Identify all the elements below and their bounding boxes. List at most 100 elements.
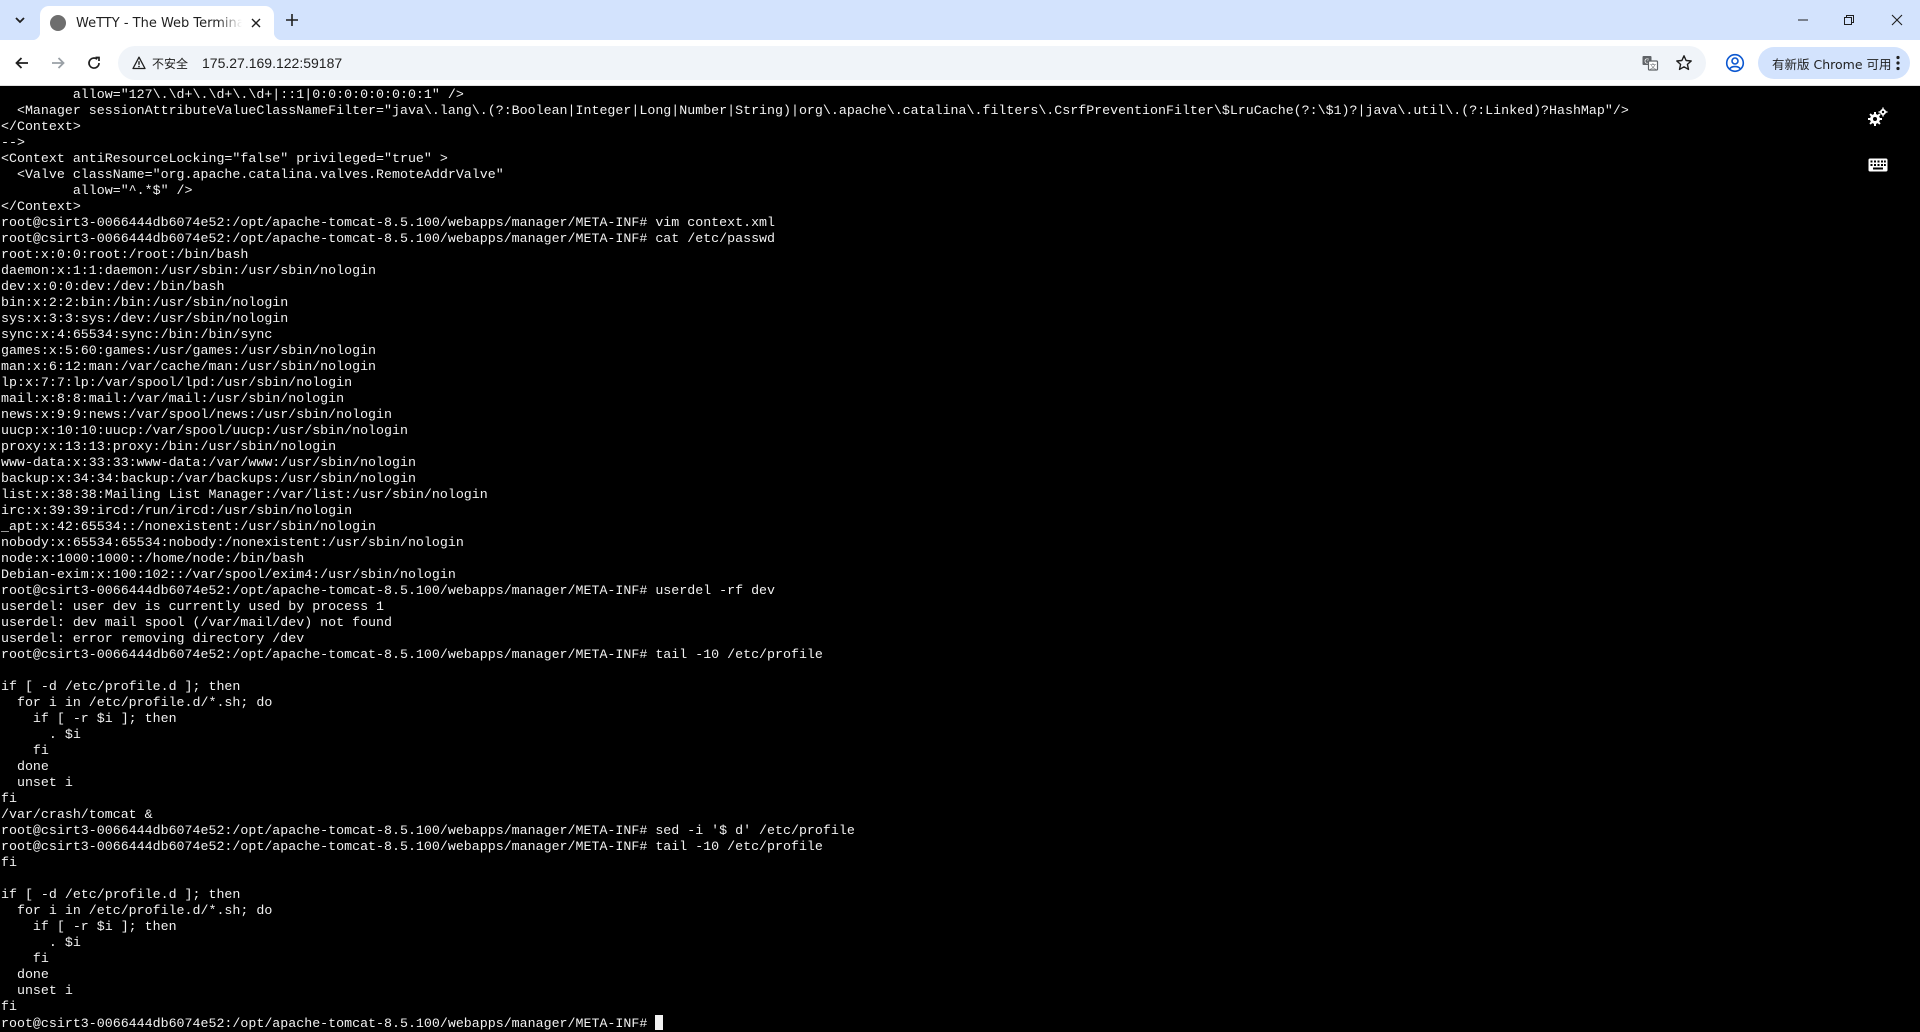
terminal-line: </Context> [1,199,81,214]
terminal-line: . $i [1,935,81,950]
terminal-line: if [ -r $i ]; then [1,711,177,726]
gears-icon [1868,107,1888,126]
chevron-down-icon [15,17,25,24]
terminal-line: root@csirt3-0066444db6074e52:/opt/apache… [1,583,776,598]
reload-icon [88,56,100,69]
terminal-line: <Context antiResourceLocking="false" pri… [1,151,448,166]
security-chip[interactable]: 不安全 [124,50,198,76]
arrow-right-icon [52,57,65,69]
terminal-line: root@csirt3-0066444db6074e52:/opt/apache… [1,823,855,838]
translate-icon: G文 [1642,56,1659,71]
window-close-button[interactable] [1874,0,1920,40]
chrome-update-button[interactable]: 有新版 Chrome 可用 [1758,47,1910,79]
profile-icon [1725,53,1745,73]
terminal-line: nobody:x:65534:65534:nobody:/nonexistent… [1,535,464,550]
terminal-line: bin:x:2:2:bin:/bin:/usr/sbin/nologin [1,295,289,310]
keyboard-icon [1868,158,1888,172]
terminal-line: fi [1,743,49,758]
terminal-line: root@csirt3-0066444db6074e52:/opt/apache… [1,839,823,854]
close-icon [251,18,261,28]
terminal-line: fi [1,791,17,806]
browser-toolbar: 不安全 175.27.169.122:59187 G文 有新版 Chrome 可… [0,40,1920,86]
terminal-line: if [ -r $i ]; then [1,919,177,934]
terminal-line: root@csirt3-0066444db6074e52:/opt/apache… [1,231,776,246]
terminal-line: done [1,967,49,982]
minimize-icon [1798,19,1808,21]
terminal-line: dev:x:0:0:dev:/dev:/bin/bash [1,279,225,294]
new-tab-button[interactable] [280,8,304,32]
terminal-line: userdel: dev mail spool (/var/mail/dev) … [1,615,392,630]
terminal-line: if [ -d /etc/profile.d ]; then [1,887,241,902]
terminal-line: fi [1,951,49,966]
terminal-output: allow="127\.\d+\.\d+\.\d+|::1|0:0:0:0:0:… [1,87,1629,1031]
forward-button[interactable] [42,47,74,79]
terminal-line: for i in /etc/profile.d/*.sh; do [1,903,273,918]
update-label: 有新版 Chrome 可用 [1772,56,1892,72]
kebab-icon [1896,55,1900,71]
virtual-keyboard-button[interactable] [1864,151,1892,179]
active-tab[interactable]: WeTTY - The Web Terminal Emulator [32,6,282,40]
bookmark-button[interactable] [1672,51,1696,75]
url-text[interactable]: 175.27.169.122:59187 [202,46,342,80]
terminal-line: proxy:x:13:13:proxy:/bin:/usr/sbin/nolog… [1,439,337,454]
terminal-line: unset i [1,775,73,790]
terminal-line: <Manager sessionAttributeValueClassNameF… [1,103,1629,118]
profile-button[interactable] [1722,50,1748,76]
terminal-line: fi [1,855,17,870]
terminal-toolbar [1864,103,1892,199]
restore-icon [1844,15,1854,25]
terminal-viewport[interactable]: allow="127\.\d+\.\d+\.\d+|::1|0:0:0:0:0:… [0,87,1920,1032]
terminal-line: irc:x:39:39:ircd:/run/ircd:/usr/sbin/nol… [1,503,353,518]
tab-strip: WeTTY - The Web Terminal Emulator [0,0,1920,40]
tab-search-button[interactable] [7,7,33,33]
close-icon [1891,14,1903,26]
back-button[interactable] [6,47,38,79]
terminal-line: allow="127\.\d+\.\d+\.\d+|::1|0:0:0:0:0:… [1,87,464,102]
terminal-line: userdel: user dev is currently used by p… [1,599,385,614]
tab-close-button[interactable] [246,13,266,33]
terminal-line: backup:x:34:34:backup:/var/backups:/usr/… [1,471,416,486]
reload-button[interactable] [78,47,110,79]
terminal-line: news:x:9:9:news:/var/spool/news:/usr/sbi… [1,407,392,422]
terminal-line: fi [1,999,17,1014]
terminal-line: <Valve className="org.apache.catalina.va… [1,167,504,182]
terminal-line: sys:x:3:3:sys:/dev:/usr/sbin/nologin [1,311,289,326]
terminal-line: _apt:x:42:65534::/nonexistent:/usr/sbin/… [1,519,377,534]
arrow-left-icon [15,57,28,69]
terminal-line: games:x:5:60:games:/usr/games:/usr/sbin/… [1,343,377,358]
restore-button[interactable] [1826,0,1872,40]
terminal-line: man:x:6:12:man:/var/cache/man:/usr/sbin/… [1,359,377,374]
terminal-line: done [1,759,49,774]
terminal-line: sync:x:4:65534:sync:/bin:/bin/sync [1,327,273,342]
terminal-cursor [655,1015,664,1030]
star-icon [1676,55,1692,71]
tab-title: WeTTY - The Web Terminal Emulator [76,15,242,31]
terminal-line: lp:x:7:7:lp:/var/spool/lpd:/usr/sbin/nol… [1,375,353,390]
terminal-line: /var/crash/tomcat & [1,807,153,822]
terminal-line: root@csirt3-0066444db6074e52:/opt/apache… [1,215,776,230]
terminal-line: . $i [1,727,81,742]
terminal-line: if [ -d /etc/profile.d ]; then [1,679,241,694]
terminal-line: allow="^.*$" /> [1,183,193,198]
terminal-line: list:x:38:38:Mailing List Manager:/var/l… [1,487,488,502]
terminal-prompt-line[interactable]: root@csirt3-0066444db6074e52:/opt/apache… [1,1015,1629,1031]
warning-icon [132,56,146,70]
translate-button[interactable]: G文 [1638,51,1662,75]
plus-icon [286,14,298,26]
terminal-line: unset i [1,983,73,998]
terminal-line: daemon:x:1:1:daemon:/usr/sbin:/usr/sbin/… [1,263,377,278]
address-bar[interactable]: 不安全 175.27.169.122:59187 G文 [118,46,1706,80]
security-label: 不安全 [152,56,189,71]
terminal-line: --> [1,135,25,150]
terminal-line: uucp:x:10:10:uucp:/var/spool/uucp:/usr/s… [1,423,408,438]
minimize-button[interactable] [1780,0,1826,40]
svg-text:文: 文 [1650,61,1657,70]
globe-icon [50,15,66,31]
terminal-line: root@csirt3-0066444db6074e52:/opt/apache… [1,647,823,662]
terminal-line: Debian-exim:x:100:102::/var/spool/exim4:… [1,567,456,582]
terminal-settings-button[interactable] [1864,103,1892,131]
terminal-prompt: root@csirt3-0066444db6074e52:/opt/apache… [1,1016,656,1031]
terminal-line: userdel: error removing directory /dev [1,631,305,646]
